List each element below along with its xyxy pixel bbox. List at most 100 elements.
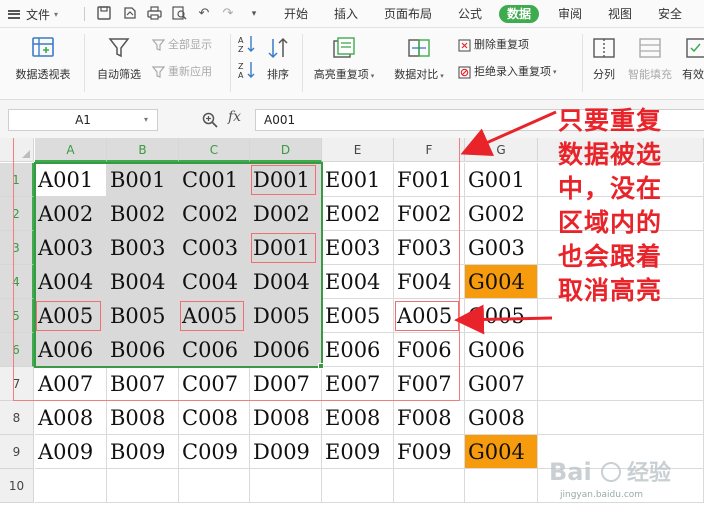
- cell-g2[interactable]: G002: [465, 197, 538, 231]
- row-header-2[interactable]: 2: [0, 197, 34, 231]
- redo-icon[interactable]: ↷: [220, 6, 236, 22]
- cell-c7[interactable]: C007: [179, 367, 250, 401]
- cell-b5[interactable]: B005: [107, 299, 179, 333]
- reject-duplicates-button[interactable]: 拒绝录入重复项 ▾: [458, 64, 557, 80]
- sort-ascending-button[interactable]: AZ: [238, 35, 256, 56]
- cell-f1[interactable]: F001: [394, 163, 465, 197]
- cell-d8[interactable]: D008: [250, 401, 322, 435]
- cell-g8[interactable]: G008: [465, 401, 538, 435]
- export-icon[interactable]: [122, 6, 138, 22]
- cell-a7[interactable]: A007: [35, 367, 107, 401]
- cell-b4[interactable]: B004: [107, 265, 179, 299]
- cell-g4[interactable]: G004: [465, 265, 538, 299]
- smart-fill-button[interactable]: 智能填充: [624, 36, 676, 82]
- cell-a9[interactable]: A009: [35, 435, 107, 469]
- print-icon[interactable]: [146, 6, 162, 22]
- cell-c6[interactable]: C006: [179, 333, 250, 367]
- cell-e4[interactable]: E004: [322, 265, 394, 299]
- cell-d2[interactable]: D002: [250, 197, 322, 231]
- row-header-8[interactable]: 8: [0, 401, 34, 435]
- cell-f9[interactable]: F009: [394, 435, 465, 469]
- column-header-e[interactable]: E: [322, 138, 394, 162]
- column-header-b[interactable]: B: [107, 138, 179, 162]
- cell-e7[interactable]: E007: [322, 367, 394, 401]
- cell-b9[interactable]: B009: [107, 435, 179, 469]
- save-icon[interactable]: [96, 6, 112, 22]
- pivot-table-button[interactable]: 数据透视表: [10, 36, 76, 82]
- cell-b3[interactable]: B003: [107, 231, 179, 265]
- data-compare-button[interactable]: 数据对比 ▾: [388, 36, 450, 82]
- cell-h8[interactable]: [538, 401, 704, 435]
- cell-c4[interactable]: C004: [179, 265, 250, 299]
- select-all-corner[interactable]: [0, 138, 34, 162]
- cell-f8[interactable]: F008: [394, 401, 465, 435]
- sort-button[interactable]: 排序: [262, 36, 294, 82]
- cell-c10[interactable]: [179, 469, 250, 503]
- cell-e10[interactable]: [322, 469, 394, 503]
- cell-c1[interactable]: C001: [179, 163, 250, 197]
- cell-f6[interactable]: F006: [394, 333, 465, 367]
- highlight-duplicates-button[interactable]: 高亮重复项 ▾: [308, 36, 380, 82]
- cell-d7[interactable]: D007: [250, 367, 322, 401]
- cell-f10[interactable]: [394, 469, 465, 503]
- cell-e6[interactable]: E006: [322, 333, 394, 367]
- column-header-g[interactable]: G: [465, 138, 538, 162]
- cell-c3[interactable]: C003: [179, 231, 250, 265]
- tab-security[interactable]: 安全: [658, 6, 682, 23]
- cell-d6[interactable]: D006: [250, 333, 322, 367]
- cell-a3[interactable]: A003: [35, 231, 107, 265]
- validity-button[interactable]: 有效: [682, 36, 704, 82]
- row-header-10[interactable]: 10: [0, 469, 34, 503]
- cell-f2[interactable]: F002: [394, 197, 465, 231]
- cell-g5[interactable]: G005: [465, 299, 538, 333]
- fx-icon[interactable]: fx: [228, 109, 241, 125]
- row-header-1[interactable]: 1: [0, 163, 34, 197]
- cell-g10[interactable]: [465, 469, 538, 503]
- chevron-down-icon[interactable]: ▾: [144, 115, 148, 124]
- cell-h7[interactable]: [538, 367, 704, 401]
- zoom-icon[interactable]: [201, 111, 219, 129]
- cell-d4[interactable]: D004: [250, 265, 322, 299]
- reapply-button[interactable]: 重新应用: [151, 64, 212, 80]
- cell-g7[interactable]: G007: [465, 367, 538, 401]
- cell-g1[interactable]: G001: [465, 163, 538, 197]
- column-header-a[interactable]: A: [35, 138, 107, 162]
- cell-d9[interactable]: D009: [250, 435, 322, 469]
- delete-duplicates-button[interactable]: 删除重复项: [458, 37, 529, 53]
- cell-d5[interactable]: D005: [250, 299, 322, 333]
- undo-icon[interactable]: ↶: [196, 6, 212, 22]
- tab-insert[interactable]: 插入: [334, 6, 358, 23]
- cell-e9[interactable]: E009: [322, 435, 394, 469]
- row-header-9[interactable]: 9: [0, 435, 34, 469]
- cell-g6[interactable]: G006: [465, 333, 538, 367]
- cell-h6[interactable]: [538, 333, 704, 367]
- show-all-button[interactable]: 全部显示: [151, 37, 212, 53]
- cell-a8[interactable]: A008: [35, 401, 107, 435]
- cell-a6[interactable]: A006: [35, 333, 107, 367]
- cell-f5[interactable]: A005: [394, 299, 465, 333]
- cell-f3[interactable]: F003: [394, 231, 465, 265]
- cell-f4[interactable]: F004: [394, 265, 465, 299]
- tab-page-layout[interactable]: 页面布局: [384, 6, 432, 23]
- auto-filter-button[interactable]: 自动筛选: [92, 36, 146, 82]
- file-menu[interactable]: 文件 ▾: [8, 5, 58, 23]
- fill-handle[interactable]: [318, 363, 324, 369]
- tab-view[interactable]: 视图: [608, 6, 632, 23]
- tab-data[interactable]: 数据: [499, 5, 540, 23]
- cell-e1[interactable]: E001: [322, 163, 394, 197]
- tab-review[interactable]: 审阅: [558, 6, 582, 23]
- tab-formulas[interactable]: 公式: [458, 6, 482, 23]
- row-header-6[interactable]: 6: [0, 333, 34, 367]
- cell-b1[interactable]: B001: [107, 163, 179, 197]
- cell-a10[interactable]: [35, 469, 107, 503]
- cell-a5[interactable]: A005: [35, 299, 107, 333]
- cell-e8[interactable]: E008: [322, 401, 394, 435]
- cell-e2[interactable]: E002: [322, 197, 394, 231]
- cell-b7[interactable]: B007: [107, 367, 179, 401]
- row-header-4[interactable]: 4: [0, 265, 34, 299]
- cell-g9[interactable]: G004: [465, 435, 538, 469]
- cell-b6[interactable]: B006: [107, 333, 179, 367]
- print-preview-icon[interactable]: [171, 6, 187, 22]
- cell-b8[interactable]: B008: [107, 401, 179, 435]
- cell-b2[interactable]: B002: [107, 197, 179, 231]
